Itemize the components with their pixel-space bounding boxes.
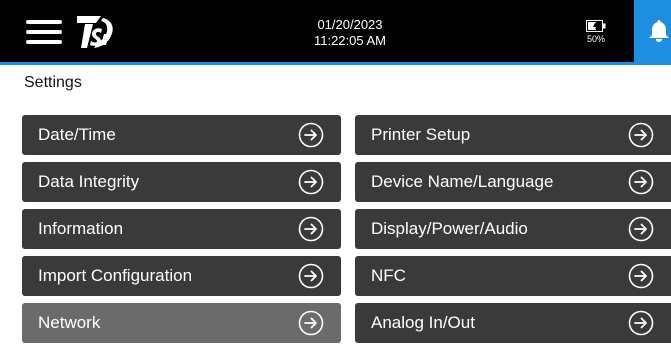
menu-item-nfc[interactable]: NFC [355, 256, 671, 296]
menu-item-network[interactable]: Network [22, 303, 341, 343]
menu-item-information[interactable]: Information [22, 209, 341, 249]
arrow-right-circle-icon [628, 122, 654, 148]
menu-item-label: NFC [371, 266, 406, 285]
menu-item-data-integrity[interactable]: Data Integrity [22, 162, 341, 202]
tsi-logo [74, 14, 116, 50]
top-bar: 01/20/2023 11:22:05 AM 50% [0, 0, 671, 62]
arrow-right-circle-icon [298, 169, 324, 195]
menu-item-label: Analog In/Out [371, 313, 475, 332]
arrow-right-circle-icon [298, 263, 324, 289]
arrow-right-circle-icon [628, 310, 654, 336]
menu-item-label: Network [38, 313, 101, 332]
arrow-right-circle-icon [298, 310, 324, 336]
battery-icon [586, 20, 606, 32]
menu-item-device-name-language[interactable]: Device Name/Language [355, 162, 671, 202]
time-text: 11:22:05 AM [313, 33, 387, 48]
arrow-right-circle-icon [628, 169, 654, 195]
arrow-right-circle-icon [298, 216, 324, 242]
menu-icon-line [26, 30, 62, 34]
menu-item-label: Display/Power/Audio [371, 219, 528, 238]
page-title: Settings [24, 74, 82, 91]
date-text: 01/20/2023 [317, 17, 383, 32]
menu-item-printer-setup[interactable]: Printer Setup [355, 115, 671, 155]
notification-button[interactable] [634, 0, 671, 62]
menu-item-label: Date/Time [38, 125, 116, 144]
arrow-right-circle-icon [628, 263, 654, 289]
bell-icon [649, 20, 669, 42]
menu-item-display-power-audio[interactable]: Display/Power/Audio [355, 209, 671, 249]
menu-item-label: Information [38, 219, 124, 238]
menu-item-label: Device Name/Language [371, 172, 554, 191]
menu-icon[interactable] [26, 17, 62, 47]
menu-item-label: Import Configuration [38, 266, 193, 285]
battery-percent: 50% [586, 34, 605, 44]
arrow-right-circle-icon [628, 216, 654, 242]
menu-item-label: Printer Setup [371, 125, 471, 144]
menu-item-import-configuration[interactable]: Import Configuration [22, 256, 341, 296]
menu-item-date-time[interactable]: Date/Time [22, 115, 341, 155]
battery-status: 50% [579, 20, 613, 45]
menu-item-analog-in-out[interactable]: Analog In/Out [355, 303, 671, 343]
menu-icon-line [26, 40, 62, 44]
date-time-display: 01/20/2023 11:22:05 AM [270, 17, 430, 49]
arrow-right-circle-icon [298, 122, 324, 148]
menu-icon-line [26, 20, 62, 24]
menu-item-label: Data Integrity [38, 172, 140, 191]
header-accent-line [0, 62, 671, 65]
